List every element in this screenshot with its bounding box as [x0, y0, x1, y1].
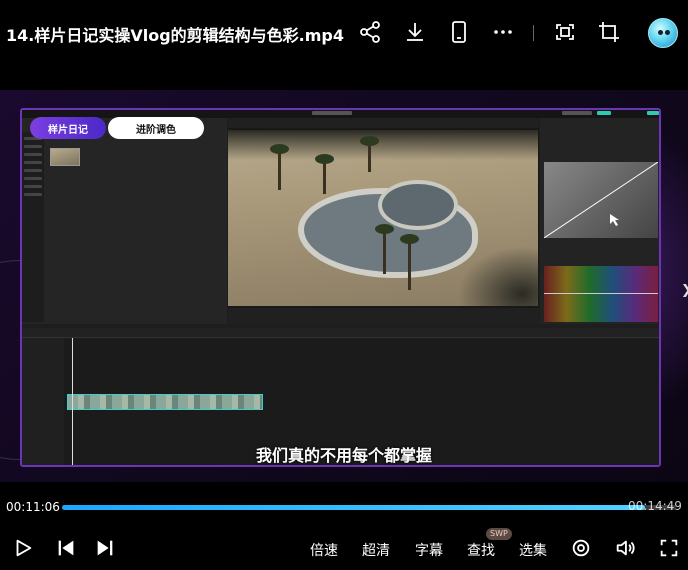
avatar[interactable]: [648, 18, 678, 48]
pip-icon[interactable]: [553, 20, 577, 44]
danmaku-icon[interactable]: [570, 537, 592, 559]
progress-bar[interactable]: [62, 505, 676, 510]
more-icon[interactable]: [491, 20, 515, 44]
subtitles-button[interactable]: 字幕: [415, 540, 443, 560]
previous-icon[interactable]: [55, 537, 77, 559]
duration: 00:14:49: [628, 499, 682, 513]
chevron-right-icon[interactable]: ❯: [681, 283, 688, 298]
crop-icon[interactable]: [597, 20, 621, 44]
progress-fill: [62, 505, 646, 510]
video-frame[interactable]: 样片日记 进阶调色 我们真的不用每个都掌握: [0, 90, 688, 482]
color-wheel-strip: [544, 266, 658, 322]
search-badge: SWP: [486, 528, 512, 540]
search-button[interactable]: 查找: [467, 540, 495, 560]
episodes-button[interactable]: 选集: [519, 540, 547, 560]
color-panel: [540, 118, 659, 324]
toolbar-divider: [533, 25, 534, 41]
volume-icon[interactable]: [614, 537, 636, 559]
video-title: 14.样片日记实操Vlog的剪辑结构与色彩.mp4: [6, 26, 344, 45]
share-icon[interactable]: [358, 20, 382, 44]
video-player-page: 14.样片日记实操Vlog的剪辑结构与色彩.mp4 样片日记 进阶调色 我们真的…: [0, 0, 688, 570]
video-subtitle: 我们真的不用每个都掌握: [255, 446, 432, 465]
tag-advanced-grading: 进阶调色: [108, 117, 204, 139]
aerial-skatepark-image: [228, 130, 538, 306]
speed-button[interactable]: 倍速: [310, 540, 338, 560]
phone-icon[interactable]: [447, 20, 471, 44]
fullscreen-icon[interactable]: [658, 537, 680, 559]
play-icon[interactable]: [12, 537, 34, 559]
curve-graph: [544, 162, 658, 238]
quality-button[interactable]: 超清: [362, 540, 390, 560]
tag-sample-diary: 样片日记: [30, 117, 106, 139]
download-icon[interactable]: [403, 20, 427, 44]
timeline-clip: [67, 394, 263, 410]
editor-screenshot: [20, 108, 661, 467]
next-icon[interactable]: [94, 537, 116, 559]
preview-panel: [228, 118, 539, 324]
top-bar: 14.样片日记实操Vlog的剪辑结构与色彩.mp4: [0, 0, 688, 66]
media-panel: [22, 118, 227, 324]
current-time: 00:11:06: [6, 500, 60, 514]
media-thumbnail: [50, 148, 80, 166]
